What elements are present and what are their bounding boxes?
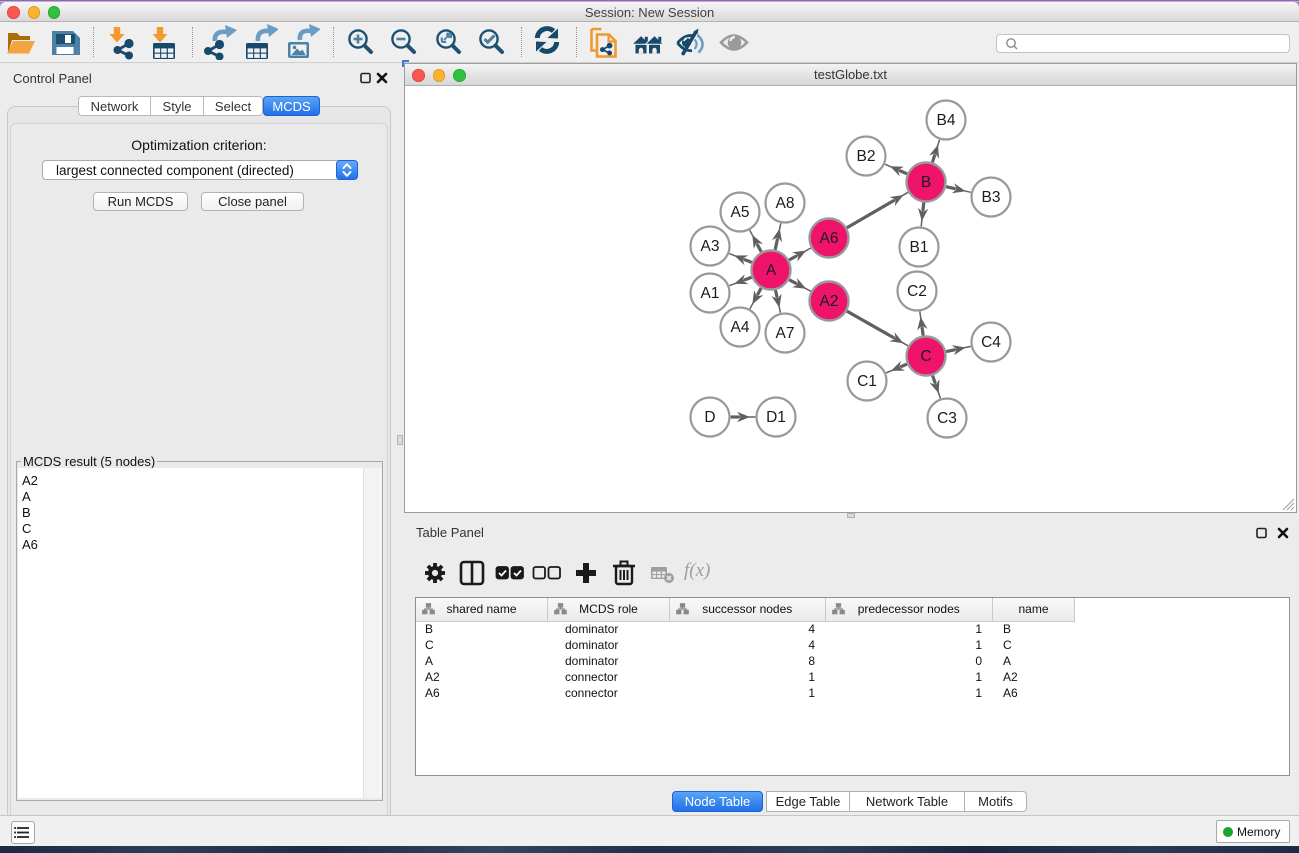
svg-text:C2: C2 [907,283,927,300]
svg-text:C: C [920,348,931,365]
svg-text:A1: A1 [701,285,720,302]
svg-text:A7: A7 [776,325,795,342]
svg-text:A4: A4 [731,319,750,336]
svg-text:B4: B4 [937,112,956,129]
svg-text:D: D [704,409,715,426]
svg-text:A: A [766,262,777,279]
svg-text:B1: B1 [910,239,929,256]
svg-text:A3: A3 [701,238,720,255]
svg-text:C3: C3 [937,410,957,427]
svg-text:A2: A2 [820,293,839,310]
svg-text:A6: A6 [820,230,839,247]
svg-text:A5: A5 [731,204,750,221]
svg-text:B3: B3 [982,189,1001,206]
svg-text:C4: C4 [981,334,1001,351]
svg-text:B: B [921,174,931,191]
svg-text:A8: A8 [776,195,795,212]
svg-text:B2: B2 [857,148,876,165]
svg-text:C1: C1 [857,373,877,390]
svg-text:D1: D1 [766,409,786,426]
